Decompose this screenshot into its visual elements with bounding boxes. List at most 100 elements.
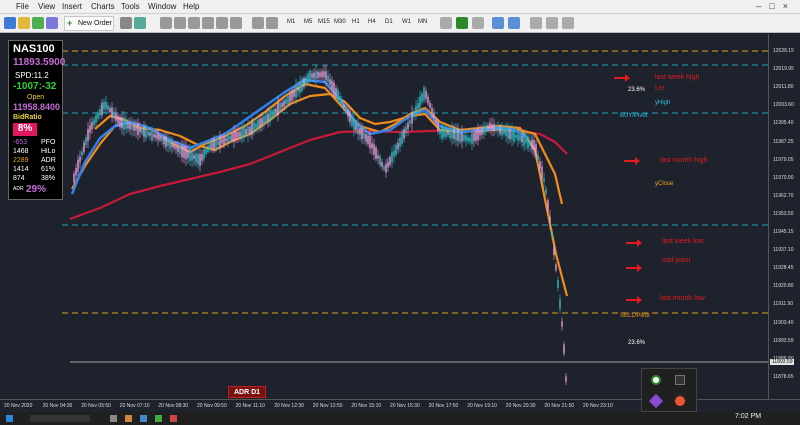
tile-windows-icon[interactable] <box>530 17 542 29</box>
auto-trading-icon[interactable] <box>134 17 146 29</box>
market-watch-icon[interactable] <box>32 17 44 29</box>
candle-body <box>309 70 311 82</box>
pen-icon[interactable] <box>648 393 664 409</box>
adr-pct-value: 29% <box>26 184 47 195</box>
tray-app-icon[interactable] <box>675 375 685 385</box>
zoom-out-icon[interactable] <box>508 17 520 29</box>
timeframe-m15[interactable]: M15 <box>318 19 330 25</box>
profiles-icon[interactable] <box>18 17 30 29</box>
candle-body <box>259 118 261 128</box>
candle-body <box>101 102 103 116</box>
candle-body <box>175 145 177 150</box>
scroll-icon[interactable] <box>546 17 558 29</box>
candle-body <box>279 102 281 112</box>
window-controls[interactable]: –□× <box>756 1 796 11</box>
candle-body <box>347 109 349 117</box>
adr-d1-button[interactable]: ADR D1 <box>228 386 266 398</box>
line-icon[interactable] <box>188 17 200 29</box>
menu-window[interactable]: Window <box>148 2 176 11</box>
taskbar-app-icon[interactable] <box>125 415 132 422</box>
menu-insert[interactable]: Insert <box>62 2 82 11</box>
timeframe-w1[interactable]: W1 <box>402 19 411 25</box>
taskbar-search[interactable] <box>30 415 90 422</box>
candle-body <box>425 90 427 99</box>
period-icon[interactable] <box>252 17 264 29</box>
candle-body <box>331 80 333 90</box>
candle-body <box>409 120 411 124</box>
candle-body <box>367 135 369 144</box>
candle-body <box>269 109 271 123</box>
timeframe-m5[interactable]: M5 <box>304 19 312 25</box>
candle-body <box>495 125 497 131</box>
line-chart-icon[interactable] <box>472 17 484 29</box>
menu-help[interactable]: Help <box>183 2 199 11</box>
candle-body <box>369 135 371 149</box>
candle-body <box>431 107 433 114</box>
new-chart-icon[interactable] <box>4 17 16 29</box>
menu-charts[interactable]: Charts <box>91 2 115 11</box>
candle-body <box>545 188 547 194</box>
cursor-icon[interactable] <box>160 17 172 29</box>
candlestick-icon[interactable] <box>456 17 468 29</box>
taskbar-app-icon[interactable] <box>110 415 117 422</box>
candle-body <box>377 155 379 159</box>
candle-body <box>449 128 451 139</box>
taskbar-app-icon[interactable] <box>155 415 162 422</box>
candle-body <box>485 125 487 133</box>
candle-body <box>405 126 407 134</box>
candle-body <box>139 127 141 133</box>
timeframe-m30[interactable]: M30 <box>334 19 346 25</box>
price-chart[interactable] <box>0 34 768 399</box>
candle-body <box>173 144 175 149</box>
candle-body <box>99 109 101 116</box>
timeframe-mn[interactable]: MN <box>418 19 427 25</box>
mid-moving-average-line <box>94 92 564 205</box>
candle-body <box>245 129 247 135</box>
candle-body <box>565 376 567 382</box>
timeframe-h1[interactable]: H1 <box>352 19 360 25</box>
last-month-low-label: last month low <box>660 295 705 302</box>
adr-pct-label: ADR <box>13 186 24 192</box>
text-icon[interactable] <box>202 17 214 29</box>
start-icon[interactable] <box>6 415 13 422</box>
candle-body <box>357 124 359 135</box>
candle-body <box>381 161 383 167</box>
candle-body <box>355 124 357 131</box>
price-axis-label: 12028.15 <box>773 48 794 54</box>
shift-icon[interactable] <box>562 17 574 29</box>
candle-body <box>109 108 111 112</box>
navigator-icon[interactable] <box>46 17 58 29</box>
yclose-label: yClose <box>655 181 674 187</box>
time-axis-label: 20 Nov 2020 <box>4 403 33 409</box>
candle-body <box>469 137 471 143</box>
bar-chart-icon[interactable] <box>440 17 452 29</box>
time-axis-label: 20 Nov 23:10 <box>583 403 613 409</box>
candle-body <box>287 95 289 104</box>
chart-area[interactable] <box>0 34 768 399</box>
fibo-icon[interactable] <box>230 17 242 29</box>
taskbar-app-icon[interactable] <box>170 415 177 422</box>
timeframe-m1[interactable]: M1 <box>287 19 295 25</box>
tray-app-icon[interactable] <box>675 396 685 406</box>
template-icon[interactable] <box>266 17 278 29</box>
timeframe-h4[interactable]: H4 <box>368 19 376 25</box>
timeframe-d1[interactable]: D1 <box>385 19 393 25</box>
tray-app-icon[interactable] <box>651 375 661 385</box>
menu-view[interactable]: View <box>38 2 55 11</box>
shapes-icon[interactable] <box>216 17 228 29</box>
candle-body <box>563 344 565 354</box>
indicator-icon[interactable] <box>120 17 132 29</box>
crosshair-icon[interactable] <box>174 17 186 29</box>
lh-label: LH <box>655 85 664 92</box>
candle-body <box>157 134 159 141</box>
candle-body <box>375 147 377 159</box>
menu-file[interactable]: File <box>16 2 29 11</box>
new-order-button[interactable]: + New Order <box>64 16 114 31</box>
candle-body <box>177 145 179 153</box>
candle-body <box>393 150 395 157</box>
taskbar-app-icon[interactable] <box>140 415 147 422</box>
zoom-in-icon[interactable] <box>492 17 504 29</box>
menu-tools[interactable]: Tools <box>121 2 140 11</box>
candle-body <box>135 126 137 131</box>
clock[interactable]: 7:02 PM <box>735 413 761 420</box>
